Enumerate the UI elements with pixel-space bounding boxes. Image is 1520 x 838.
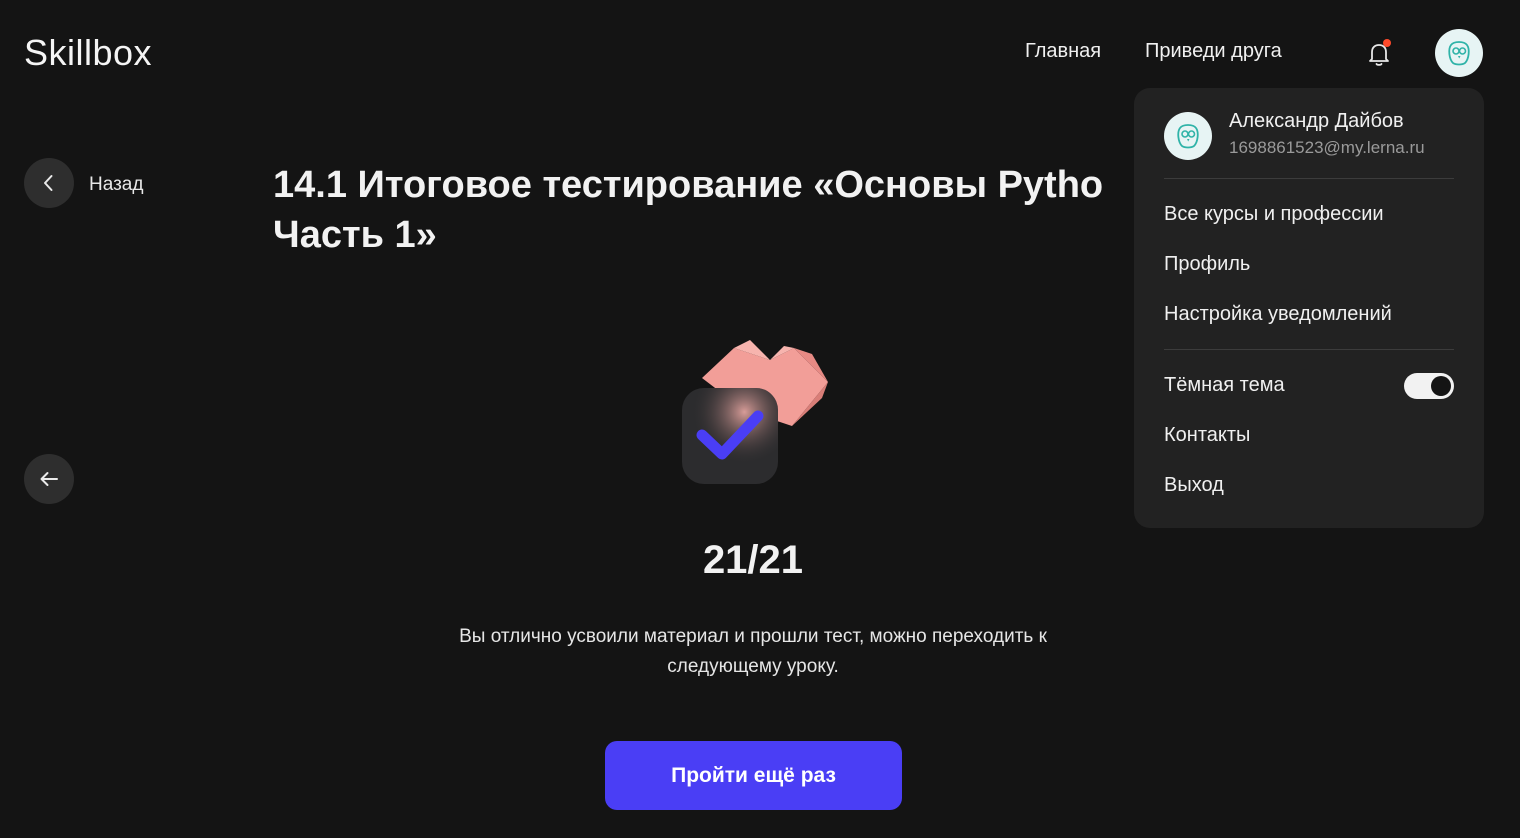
test-score: 21/21 [702,538,804,582]
dark-theme-label: Тёмная тема [1164,374,1285,396]
nav-home-link[interactable]: Главная [1025,40,1101,63]
page-title: 14.1 Итоговое тестирование «Основы Pytho… [273,160,1173,260]
user-avatar-button[interactable] [1435,29,1483,77]
dropdown-avatar [1164,112,1212,160]
menu-divider [1164,178,1454,179]
nav-invite-friend-link[interactable]: Приведи друга [1145,40,1282,63]
user-dropdown-menu: Александр Дайбов 1698861523@my.lerna.ru … [1134,88,1484,528]
owl-avatar-icon [1448,41,1470,66]
menu-item-contacts[interactable]: Контакты [1164,424,1250,447]
notification-dot [1383,39,1391,47]
test-complete-illustration [682,340,828,484]
menu-divider [1164,349,1454,350]
result-description: Вы отлично усвоили материал и прошли тес… [459,626,1047,677]
user-email: 1698861523@my.lerna.ru [1229,138,1425,157]
skillbox-logo[interactable]: Skillbox [24,32,152,74]
menu-item-profile[interactable]: Профиль [1164,253,1250,276]
arrow-left-icon [40,472,58,486]
toggle-knob [1431,376,1451,396]
menu-item-logout[interactable]: Выход [1164,474,1224,497]
user-name: Александр Дайбов [1229,110,1404,132]
chevron-left-icon [44,175,53,191]
retry-test-button[interactable]: Пройти ещё раз [605,741,902,810]
page-title-line-2: Часть 1» [273,214,437,256]
menu-item-notification-settings[interactable]: Настройка уведомлений [1164,303,1392,326]
back-label[interactable]: Назад [89,174,143,196]
owl-avatar-icon [1177,124,1199,149]
dark-theme-toggle[interactable] [1404,373,1454,399]
previous-lesson-button[interactable] [24,454,74,504]
back-button[interactable] [24,158,74,208]
menu-item-all-courses[interactable]: Все курсы и профессии [1164,203,1384,226]
page-title-line-1: 14.1 Итоговое тестирование «Основы Pytho [273,164,1104,206]
